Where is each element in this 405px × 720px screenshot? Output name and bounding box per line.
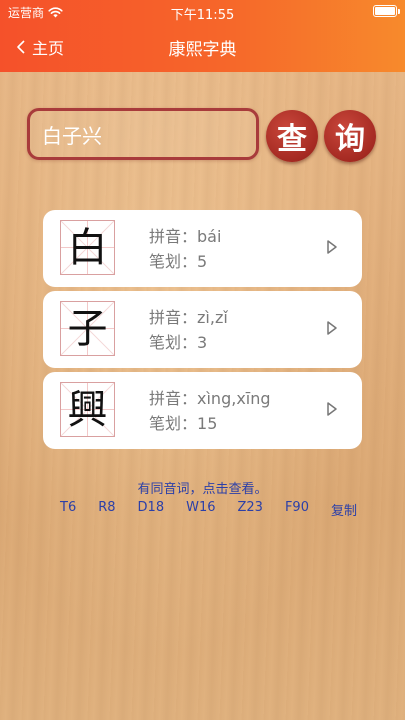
- code-link-t[interactable]: T6: [60, 500, 76, 519]
- pinyin-label: 拼音：: [149, 227, 198, 246]
- code-link-w[interactable]: W16: [186, 500, 215, 519]
- pinyin-label: 拼音：: [149, 389, 198, 408]
- pinyin-label: 拼音：: [149, 308, 198, 327]
- result-card[interactable]: 子 拼音：zì,zǐ 笔划：3: [43, 291, 362, 368]
- strokes-value: 5: [197, 252, 208, 271]
- ask-button[interactable]: 询: [324, 110, 376, 162]
- character: 興: [67, 386, 108, 433]
- strokes-row: 笔划：5: [149, 249, 221, 274]
- copy-link[interactable]: 复制: [331, 500, 357, 519]
- char-info: 拼音：xìng,xīng 笔划：15: [149, 386, 271, 436]
- query-button[interactable]: 查: [266, 110, 318, 162]
- pinyin-row: 拼音：zì,zǐ: [149, 305, 228, 330]
- pinyin-value: bái: [197, 227, 222, 246]
- char-info: 拼音：bái 笔划：5: [149, 224, 221, 274]
- character: 子: [67, 305, 108, 352]
- header: 运营商 下午11:55 主页 康熙字典: [0, 0, 405, 72]
- code-link-d[interactable]: D18: [138, 500, 165, 519]
- strokes-value: 15: [197, 414, 218, 433]
- strokes-label: 笔划：: [149, 333, 198, 352]
- strokes-label: 笔划：: [149, 414, 198, 433]
- status-bar: 运营商 下午11:55: [0, 0, 405, 24]
- page-title: 康熙字典: [168, 40, 237, 60]
- play-icon[interactable]: [326, 320, 338, 336]
- code-links: T6 R8 D18 W16 Z23 F90 复制: [60, 500, 357, 519]
- code-link-f[interactable]: F90: [285, 500, 309, 519]
- pinyin-value: xìng,xīng: [197, 389, 271, 408]
- battery-level: [375, 7, 395, 15]
- play-icon[interactable]: [326, 401, 338, 417]
- character-grid: 興: [60, 382, 115, 437]
- character-grid: 子: [60, 301, 115, 356]
- character-grid: 白: [60, 220, 115, 275]
- battery-icon: [373, 5, 400, 17]
- pinyin-value: zì,zǐ: [197, 308, 228, 327]
- character: 白: [67, 224, 108, 271]
- search-input[interactable]: [42, 122, 256, 146]
- pinyin-row: 拼音：xìng,xīng: [149, 386, 271, 411]
- strokes-value: 3: [197, 333, 208, 352]
- result-card[interactable]: 興 拼音：xìng,xīng 笔划：15: [43, 372, 362, 449]
- pinyin-row: 拼音：bái: [149, 224, 221, 249]
- strokes-row: 笔划：3: [149, 330, 228, 355]
- homophone-hint[interactable]: 有同音词，点击查看。: [0, 478, 405, 497]
- code-link-z[interactable]: Z23: [238, 500, 263, 519]
- nav-bar: 主页 康熙字典: [0, 28, 405, 64]
- strokes-row: 笔划：15: [149, 411, 271, 436]
- play-icon[interactable]: [326, 239, 338, 255]
- status-time: 下午11:55: [170, 8, 235, 23]
- code-link-r[interactable]: R8: [98, 500, 115, 519]
- char-info: 拼音：zì,zǐ 笔划：3: [149, 305, 228, 355]
- search-box: [27, 108, 259, 160]
- strokes-label: 笔划：: [149, 252, 198, 271]
- result-card[interactable]: 白 拼音：bái 笔划：5: [43, 210, 362, 287]
